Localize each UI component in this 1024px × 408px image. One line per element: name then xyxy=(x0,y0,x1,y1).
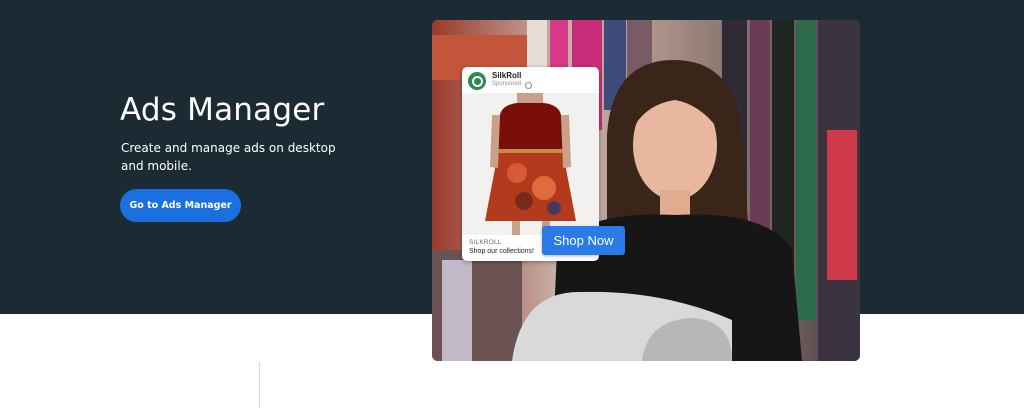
section-divider xyxy=(259,362,260,408)
silkroll-logo-icon xyxy=(468,72,486,90)
sponsored-label: Sponsored · xyxy=(492,81,525,87)
ad-caption-brand: SILKROLL xyxy=(469,239,502,246)
ad-brand-name: SilkRoll xyxy=(492,71,522,80)
page-description: Create and manage ads on desktop and mob… xyxy=(121,141,336,173)
dress-product-image xyxy=(462,93,599,235)
go-to-ads-manager-button[interactable]: Go to Ads Manager xyxy=(120,189,241,222)
page-title: Ads Manager xyxy=(120,92,325,128)
ad-caption-text: Shop our collections! xyxy=(469,248,534,255)
shop-now-button[interactable]: Shop Now xyxy=(542,226,625,255)
globe-icon xyxy=(525,81,532,89)
